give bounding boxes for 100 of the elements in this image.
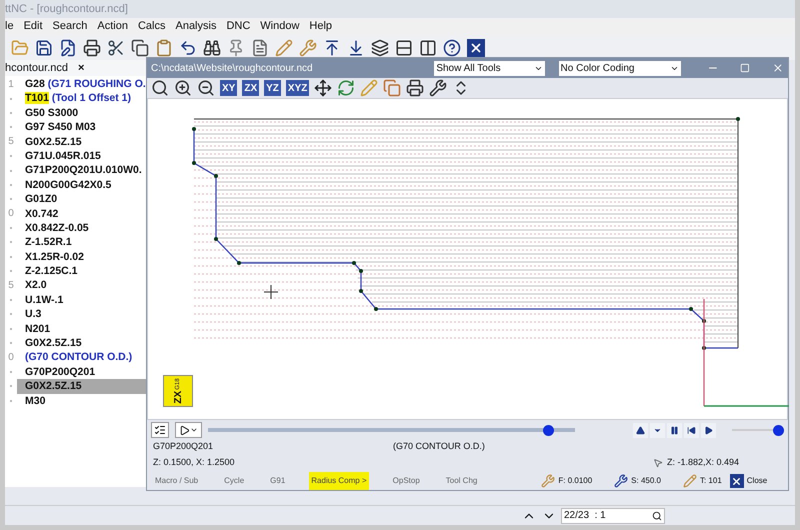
code-line[interactable]: G71P200Q201U.010W0. (17, 163, 150, 178)
menu-item[interactable]: Window (260, 18, 300, 35)
status-item[interactable]: OpStop (390, 472, 422, 490)
rewind-button[interactable] (684, 422, 700, 438)
status-item[interactable]: Radius Comp > (309, 472, 369, 490)
code-line[interactable]: X1.25R-0.02 (17, 250, 150, 264)
copy-icon[interactable] (131, 38, 149, 56)
code-line[interactable]: (G70 CONTOUR O.D.) (17, 350, 150, 365)
find-field[interactable]: 22/23 : 1 (561, 508, 665, 524)
code-line[interactable]: G50 S3000 (17, 106, 150, 120)
speed-track[interactable] (732, 424, 784, 436)
binoculars-icon[interactable] (203, 38, 221, 56)
menu-item[interactable]: Edit (24, 18, 43, 35)
scissors-icon[interactable] (107, 38, 125, 56)
menu-item[interactable]: Analysis (175, 18, 216, 35)
menu-item[interactable]: Search (52, 18, 88, 35)
view-button[interactable]: XYZ (286, 80, 310, 96)
menu-item[interactable]: Calcs (138, 18, 166, 35)
code-line[interactable]: U.3 (17, 307, 150, 322)
step-up-button[interactable] (633, 422, 648, 438)
code-line[interactable]: M30 (17, 394, 150, 408)
print-icon[interactable] (83, 38, 101, 56)
code-line[interactable]: X0.742 (17, 206, 150, 221)
pause-button[interactable] (667, 422, 682, 438)
editor-tab[interactable]: hcontour.ncd × (5, 60, 147, 76)
step-down-button[interactable] (650, 422, 666, 438)
code-line[interactable]: N201 (17, 322, 150, 336)
file-edit-icon[interactable] (59, 38, 77, 56)
rotate-icon[interactable] (337, 79, 356, 97)
move-icon[interactable] (314, 79, 332, 97)
code-line[interactable]: G0X2.5Z.15 (17, 134, 150, 149)
status-item[interactable]: Cycle (222, 472, 246, 490)
status-item[interactable]: G91 (268, 472, 288, 490)
slider-thumb[interactable] (542, 424, 554, 436)
play-button[interactable] (701, 422, 716, 438)
tile-vertical-icon[interactable] (419, 38, 437, 56)
play-icon (704, 426, 714, 434)
code-line[interactable]: X2.0 (17, 278, 150, 293)
code-line[interactable]: Z-1.52R.1 (17, 235, 150, 250)
progress-track[interactable] (208, 424, 576, 436)
code-line[interactable]: G0X2.5Z.15 (17, 336, 150, 350)
code-line[interactable]: N200G00G42X0.5 (17, 178, 150, 192)
clipboard-icon[interactable] (155, 38, 173, 56)
pause-icon (670, 426, 680, 434)
code-line[interactable]: X0.842Z-0.05 (17, 220, 150, 236)
app-title: ttNC - [roughcontour.ncd] (5, 2, 128, 17)
menu-item[interactable]: Action (97, 18, 128, 35)
help-icon[interactable] (443, 38, 461, 56)
menu-item[interactable]: DNC (226, 18, 250, 35)
status-item[interactable]: Tool Chg (444, 472, 480, 490)
menu-item[interactable]: le (5, 18, 14, 35)
position-readout: Z: 0.1500, X: 1.2500 (153, 456, 236, 470)
speed-thumb[interactable] (773, 424, 784, 436)
list-button[interactable] (151, 422, 170, 438)
list-icon (154, 424, 166, 436)
menu-item[interactable]: Help (309, 18, 332, 35)
code-line[interactable]: G01Z0 (17, 192, 150, 207)
code-line[interactable]: G70P200Q201 (17, 364, 150, 380)
close-button[interactable]: Close (730, 474, 768, 488)
code-line[interactable]: G28 (G71 ROUGHING O. (17, 77, 150, 92)
triangle-up-icon (636, 426, 646, 434)
undo-icon[interactable] (179, 38, 197, 56)
line-number: 1 (8, 78, 14, 92)
status-item[interactable]: Macro / Sub (153, 472, 200, 490)
print-icon[interactable] (406, 79, 424, 97)
line-number: 0 (8, 351, 14, 366)
current-line: G70P200Q201 (153, 440, 214, 454)
save-icon[interactable] (35, 38, 53, 56)
arrow-up-icon[interactable] (323, 38, 341, 56)
tile-horizontal-icon[interactable] (395, 38, 413, 56)
view-button[interactable]: YZ (264, 80, 281, 96)
code-line[interactable]: U.1W-.1 (17, 292, 150, 308)
mouse-position: Z: -1.882,X: 0.494 (667, 456, 740, 470)
zoom-out-icon[interactable] (197, 79, 215, 97)
current-comment: (G70 CONTOUR O.D.) (393, 440, 485, 454)
code-line[interactable]: T101 (Tool 1 Offset 1) (17, 91, 150, 106)
code-line[interactable]: G97 S450 M03 (17, 120, 150, 135)
document-icon[interactable] (251, 38, 269, 56)
maximize-icon[interactable] (740, 63, 750, 73)
view-button[interactable]: XY (220, 80, 238, 96)
wrench-icon[interactable] (429, 79, 448, 97)
play-mode-button[interactable] (175, 422, 202, 438)
play-icon (179, 424, 190, 436)
close-icon[interactable] (467, 38, 485, 56)
line-number: 5 (8, 135, 14, 150)
arrow-down-icon[interactable] (347, 38, 365, 56)
code-line[interactable]: G71U.045R.015 (17, 148, 150, 164)
color-coding-dropdown[interactable]: No Color Coding (558, 60, 681, 76)
spindle-readout: S: 450.0 (631, 475, 661, 487)
window-title: C:\ncdata\Website\roughcontour.ncd (151, 62, 314, 76)
code-line[interactable]: Z-2.125C.1 (17, 264, 150, 278)
skip-back-icon (687, 426, 696, 434)
search-icon (652, 510, 662, 520)
view-button[interactable]: ZX (242, 80, 260, 96)
line-number: 5 (8, 279, 14, 294)
zoom-in-icon[interactable] (174, 79, 192, 97)
pin-icon[interactable] (227, 38, 245, 56)
tool-readout: T: 101 (700, 475, 722, 487)
tool-filter-dropdown[interactable]: Show All Tools (434, 60, 545, 76)
close-icon (731, 476, 742, 486)
